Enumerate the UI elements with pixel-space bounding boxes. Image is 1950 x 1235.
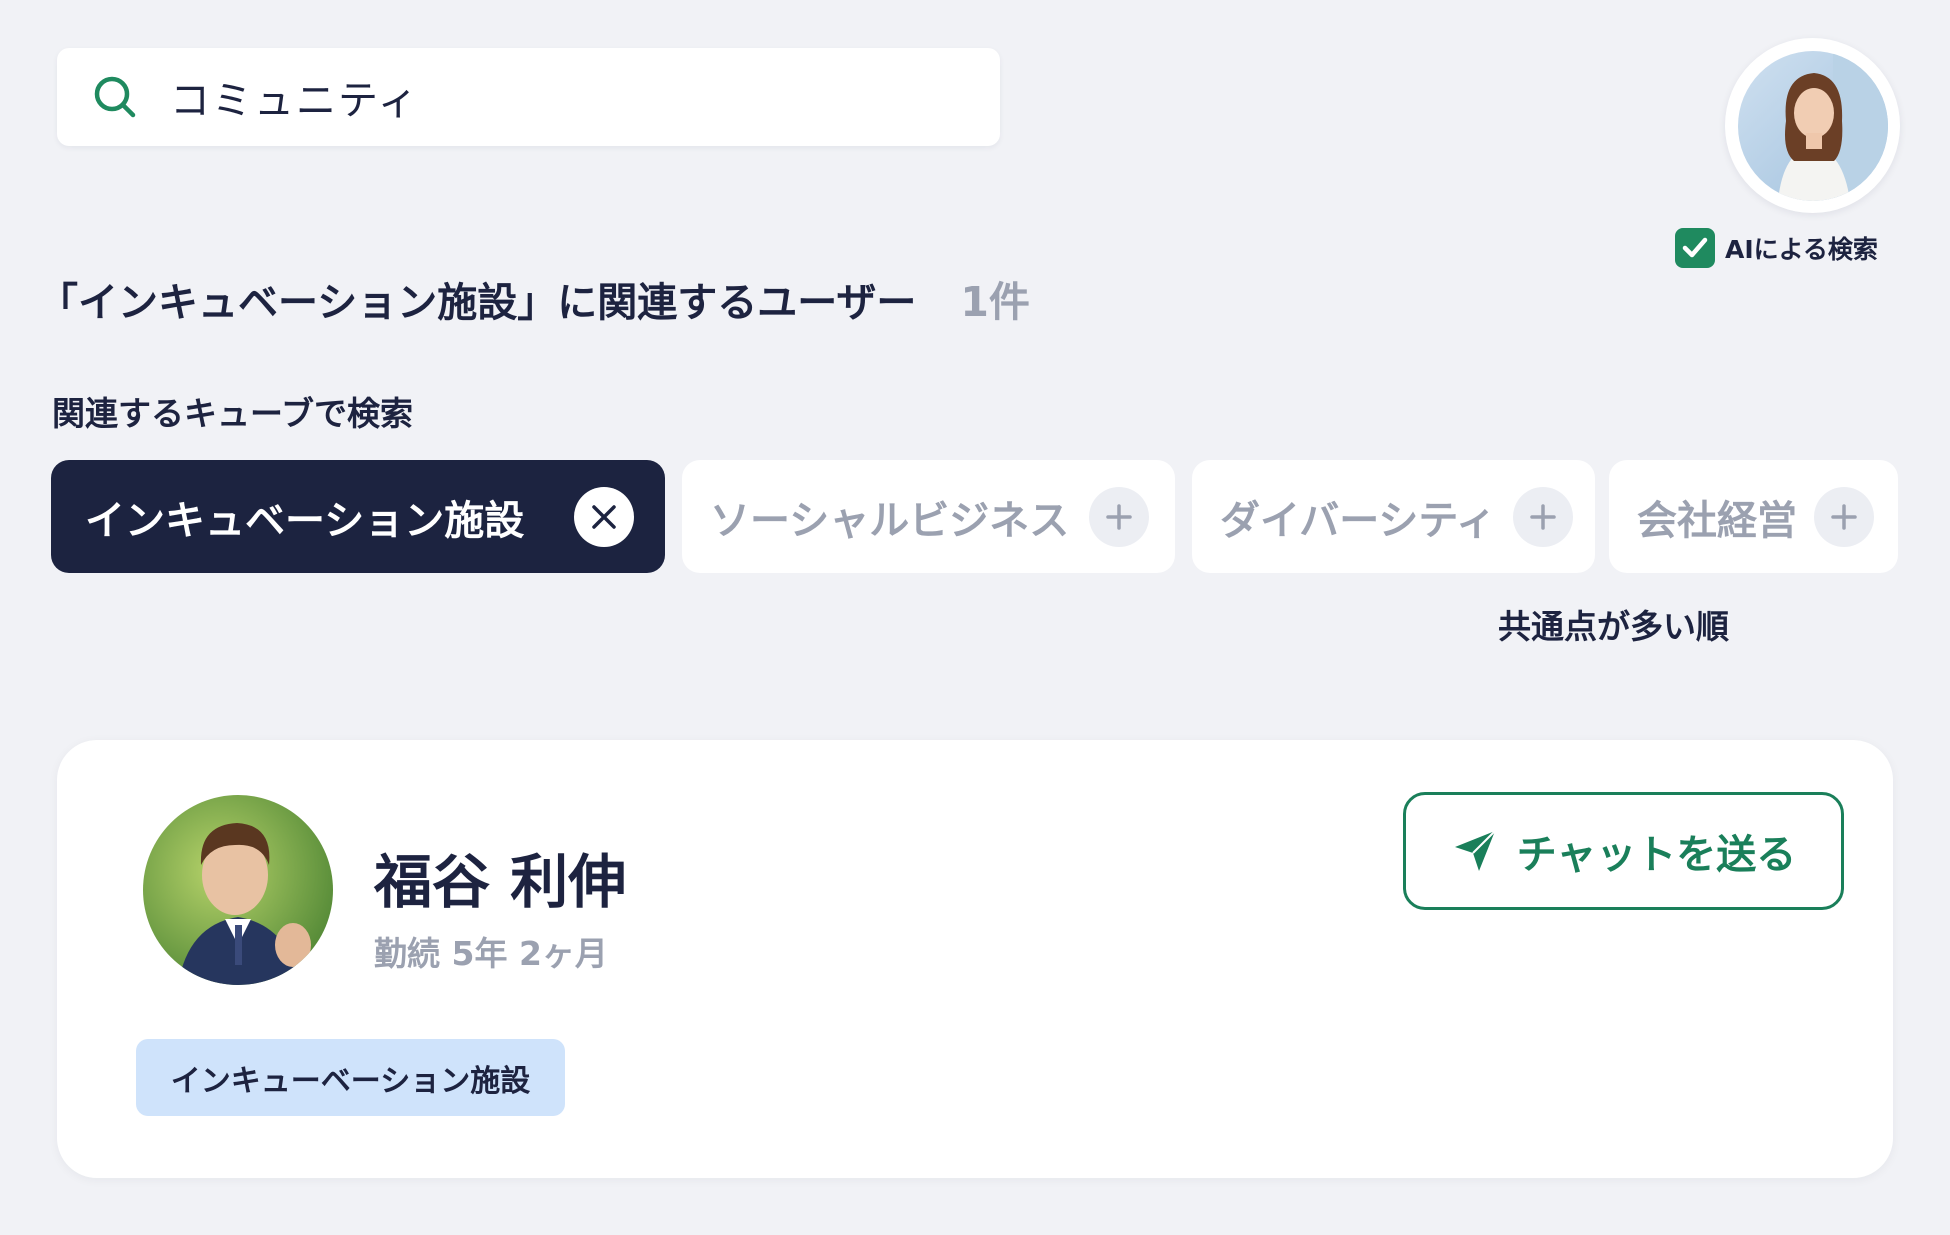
sort-selector[interactable]: 共通点が多い順: [1498, 600, 1729, 648]
result-count: 1件: [960, 278, 1030, 326]
current-user-avatar-image: [1737, 50, 1888, 201]
result-title: 「インキュベーション施設」に関連するユーザー: [38, 280, 917, 326]
ai-search-toggle[interactable]: AIによる検索: [1675, 228, 1878, 268]
user-name[interactable]: 福谷 利伸: [374, 835, 626, 919]
check-icon: [1682, 237, 1708, 258]
send-chat-button[interactable]: チャットを送る: [1403, 792, 1844, 910]
send-icon: [1454, 830, 1496, 871]
search-bar[interactable]: [57, 48, 1000, 146]
result-heading: 「インキュベーション施設」に関連するユーザー 1件: [38, 268, 1030, 328]
user-card[interactable]: 福谷 利伸 勤続 5年 2ヶ月 チャットを送る インキューベーション施設: [57, 740, 1893, 1178]
ai-search-label: AIによる検索: [1725, 235, 1878, 264]
chip-social-business[interactable]: ソーシャルビジネス: [682, 460, 1175, 573]
user-tenure: 勤続 5年 2ヶ月: [374, 934, 608, 973]
related-cubes-label: 関連するキューブで検索: [52, 394, 414, 433]
search-icon: [94, 76, 136, 118]
plus-icon: [1106, 504, 1132, 530]
plus-icon: [1831, 504, 1857, 530]
send-chat-label: チャットを送る: [1516, 832, 1797, 878]
chip-add-button[interactable]: [1513, 487, 1573, 547]
chip-remove-button[interactable]: [574, 487, 634, 547]
chip-label: 会社経営: [1637, 497, 1797, 544]
chip-label: ソーシャルビジネス: [710, 497, 1070, 544]
user-tag: インキューベーション施設: [136, 1039, 565, 1116]
chip-diversity[interactable]: ダイバーシティ: [1192, 460, 1595, 573]
chip-label: ダイバーシティ: [1220, 497, 1496, 544]
current-user-avatar[interactable]: [1725, 38, 1900, 213]
chip-add-button[interactable]: [1814, 487, 1874, 547]
user-avatar: [143, 795, 333, 985]
search-input[interactable]: [170, 74, 930, 120]
chip-incubation-facility[interactable]: インキュベーション施設: [51, 460, 665, 573]
chip-add-button[interactable]: [1089, 487, 1149, 547]
plus-icon: [1530, 504, 1556, 530]
close-icon: [592, 505, 616, 529]
chip-label: インキュベーション施設: [85, 497, 525, 544]
chip-business-management[interactable]: 会社経営: [1609, 460, 1898, 573]
ai-search-checkbox[interactable]: [1675, 228, 1715, 268]
